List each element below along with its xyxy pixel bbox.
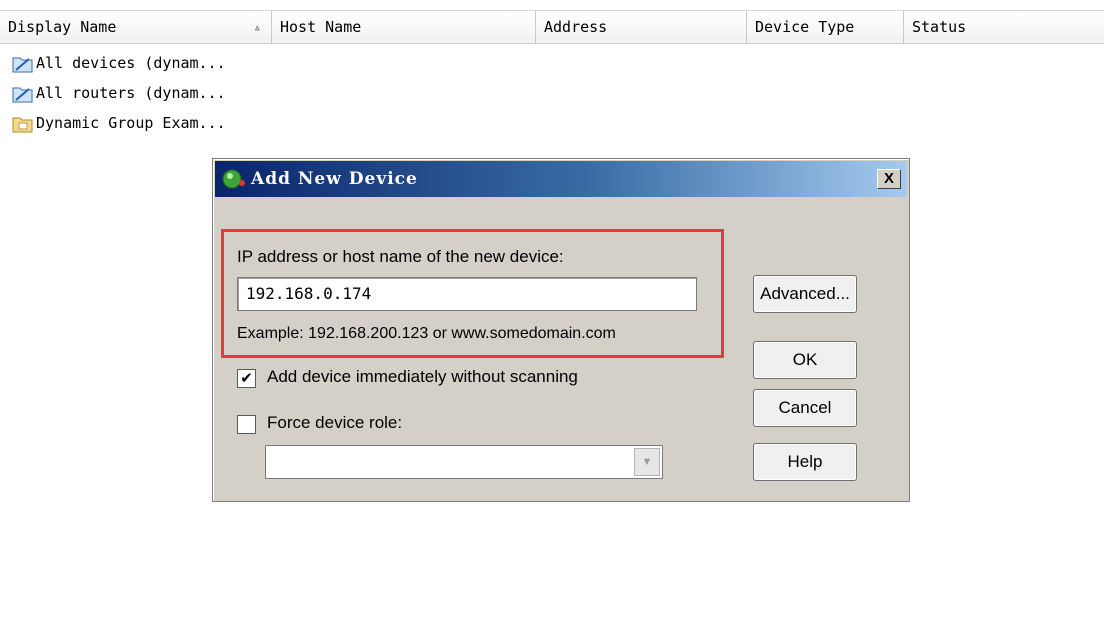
list-item-label: Dynamic Group Exam... (36, 114, 226, 132)
force-role-label: Force device role: (267, 413, 403, 432)
device-role-select[interactable]: ▼ (265, 445, 663, 479)
column-label-status: Status (912, 18, 967, 36)
list-item-label: All routers (dynam... (36, 84, 226, 102)
help-button[interactable]: Help (753, 443, 857, 481)
dialog-title: Add New Device (251, 169, 418, 189)
ip-address-label: IP address or host name of the new devic… (237, 247, 564, 266)
close-button[interactable]: X (877, 169, 901, 189)
dynamic-group-folder-icon (12, 87, 33, 102)
add-device-dialog: Add New Device X IP address or host name… (212, 158, 910, 502)
group-folder-icon (12, 117, 33, 132)
close-icon: X (883, 170, 894, 187)
list-item[interactable]: Dynamic Group Exam... (12, 110, 226, 136)
column-label-display-name: Display Name (8, 18, 117, 36)
checkmark-icon: ✔ (240, 370, 253, 387)
column-label-host-name: Host Name (280, 18, 362, 36)
list-item[interactable]: All routers (dynam... (12, 80, 226, 106)
column-header-address[interactable]: Address (536, 11, 747, 43)
column-label-device-type: Device Type (755, 18, 855, 36)
add-immediately-label: Add device immediately without scanning (267, 367, 578, 386)
advanced-button[interactable]: Advanced... (753, 275, 857, 313)
dialog-titlebar[interactable]: Add New Device X (215, 161, 907, 197)
list-item-label: All devices (dynam... (36, 54, 226, 72)
list-header: Display Name ▵ Host Name Address Device … (0, 10, 1104, 44)
device-app-icon (222, 169, 245, 189)
ip-address-input[interactable]: 192.168.0.174 (237, 277, 697, 311)
column-label-address: Address (544, 18, 608, 36)
list-item[interactable]: All devices (dynam... (12, 50, 226, 76)
sort-ascending-icon: ▵ (253, 20, 261, 34)
dynamic-group-folder-icon (12, 57, 33, 72)
ok-button[interactable]: OK (753, 341, 857, 379)
cancel-button[interactable]: Cancel (753, 389, 857, 427)
column-header-status[interactable]: Status (904, 11, 1104, 43)
column-header-display-name[interactable]: Display Name ▵ (0, 11, 272, 43)
chevron-down-icon[interactable]: ▼ (634, 448, 660, 476)
column-header-device-type[interactable]: Device Type (747, 11, 904, 43)
column-header-host-name[interactable]: Host Name (272, 11, 536, 43)
force-role-checkbox[interactable] (237, 415, 256, 434)
example-hint: Example: 192.168.200.123 or www.somedoma… (237, 325, 616, 342)
add-immediately-checkbox[interactable]: ✔ (237, 369, 256, 388)
